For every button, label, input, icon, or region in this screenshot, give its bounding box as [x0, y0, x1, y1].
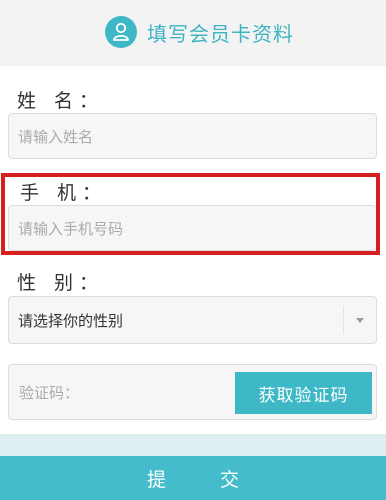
gender-select[interactable]: 请选择你的性别	[8, 296, 377, 344]
phone-highlight-box	[1, 173, 380, 255]
header-title-group: 填写会员卡资料	[105, 14, 294, 50]
gender-label: 性 别：	[17, 272, 105, 294]
name-input[interactable]: 请输入姓名	[8, 113, 377, 159]
submit-button[interactable]: 提 交	[0, 456, 386, 500]
verification-code-input[interactable]: 验证码：	[19, 365, 79, 419]
verification-code-row: 验证码： 获取验证码	[8, 364, 377, 420]
user-icon	[105, 16, 137, 48]
name-label: 姓 名：	[17, 90, 105, 112]
page-title: 填写会员卡资料	[147, 21, 294, 46]
footer-divider	[0, 434, 386, 456]
get-code-button[interactable]: 获取验证码	[235, 372, 372, 414]
chevron-down-icon[interactable]	[343, 306, 376, 334]
gender-select-value: 请选择你的性别	[18, 311, 124, 330]
page-header: 填写会员卡资料	[0, 0, 386, 66]
